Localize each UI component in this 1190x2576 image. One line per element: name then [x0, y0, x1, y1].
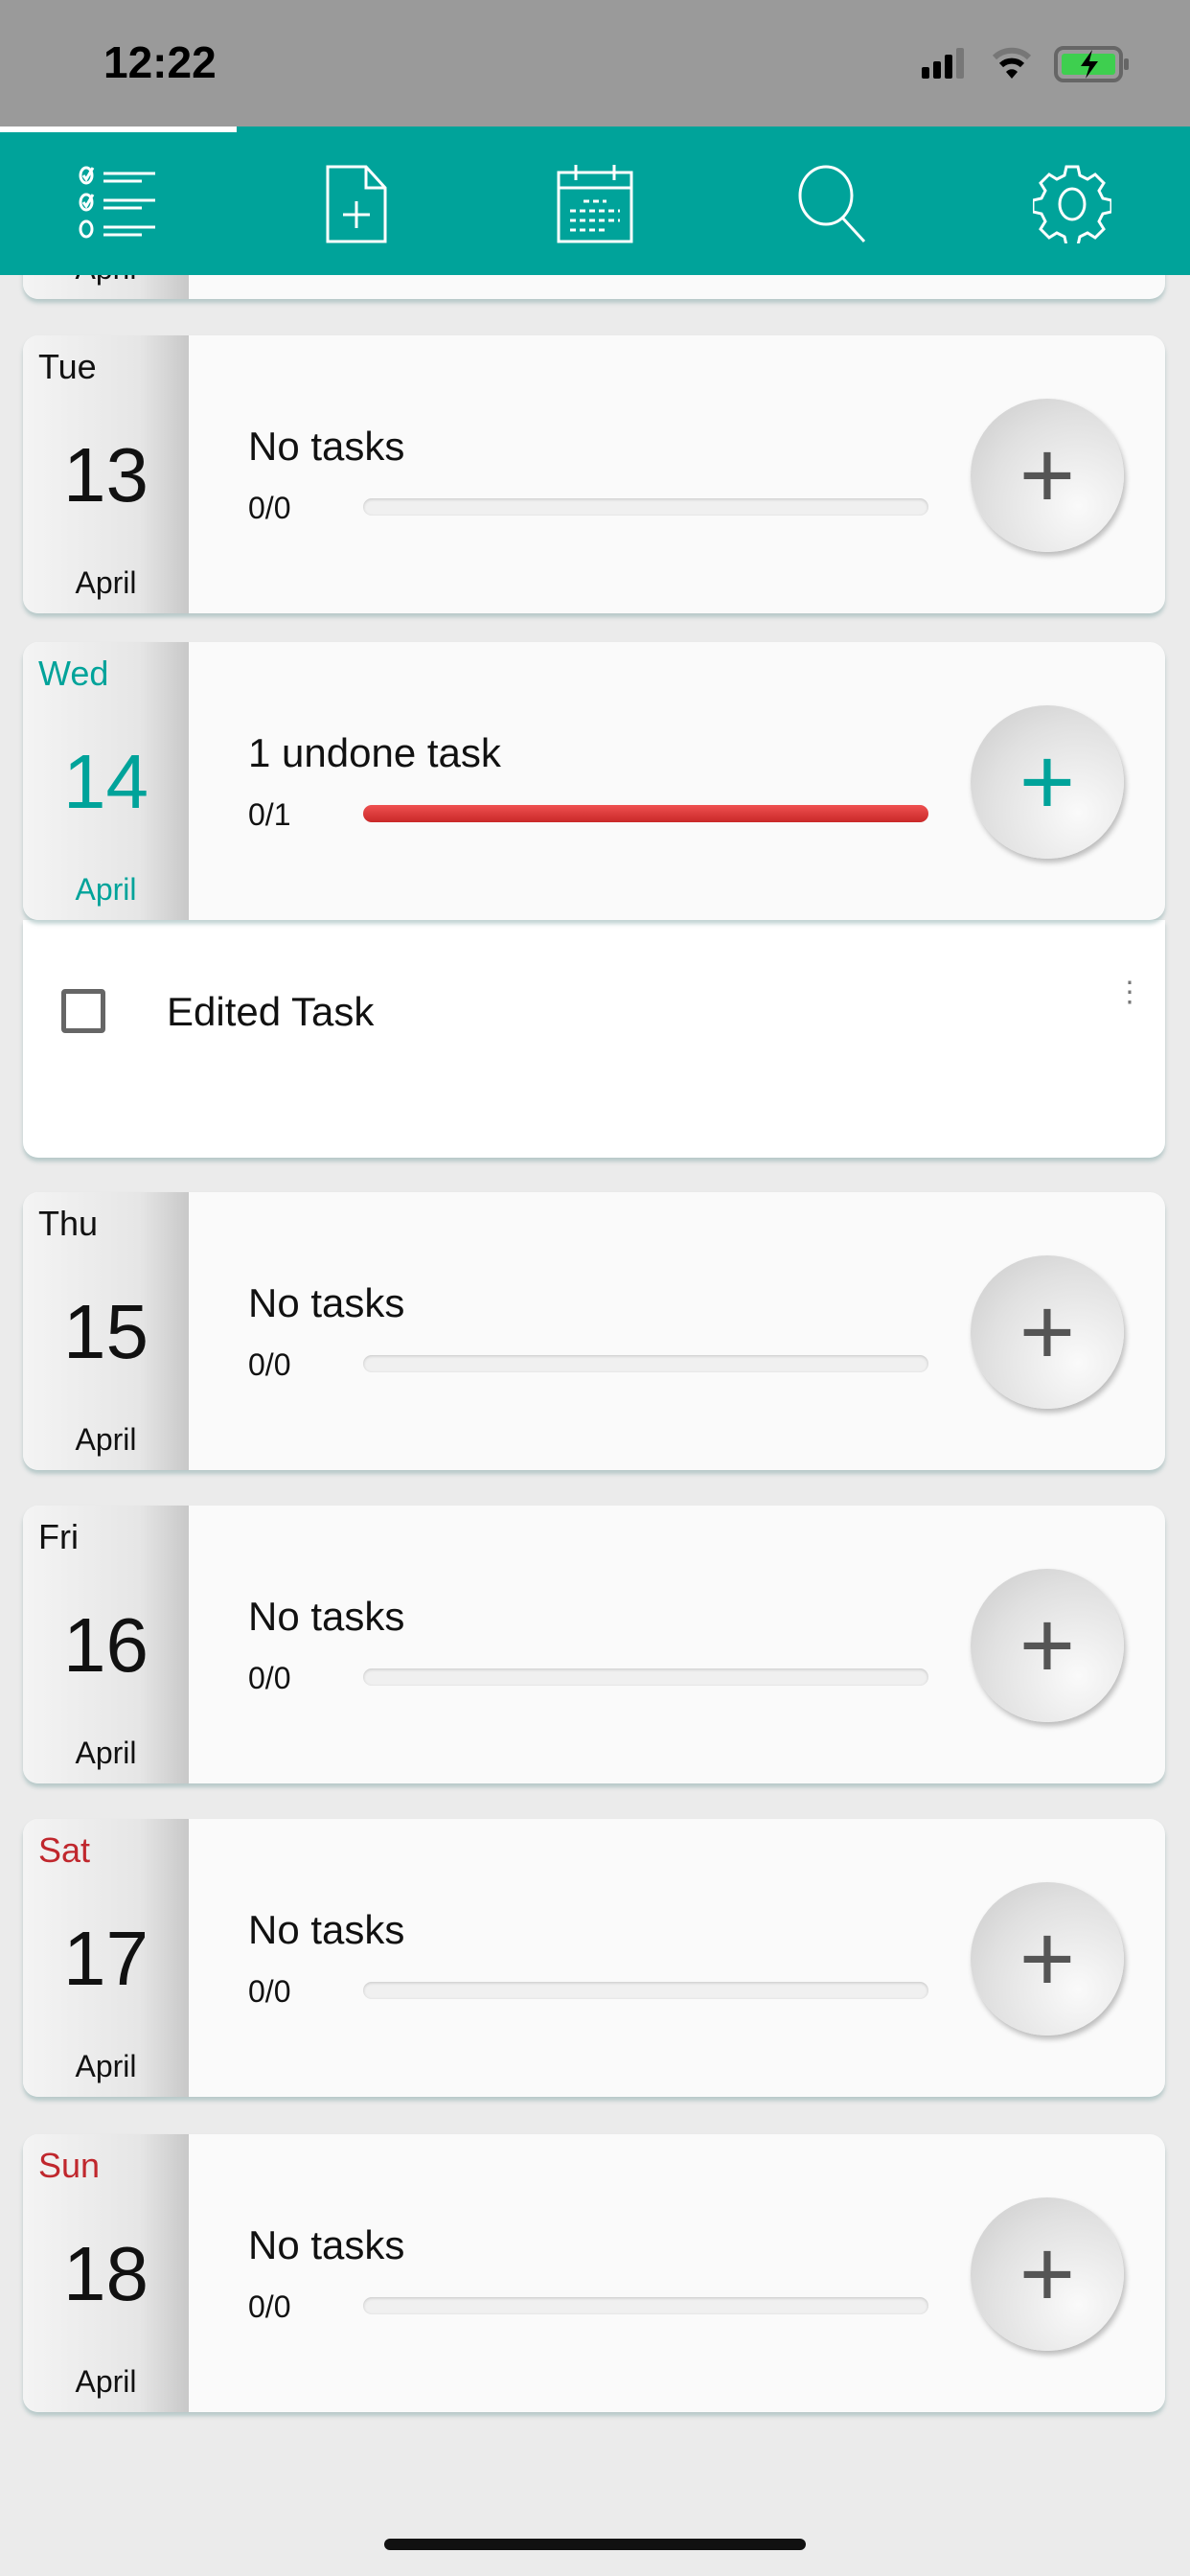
progress-fill: [363, 805, 928, 822]
plus-icon: +: [1018, 728, 1076, 836]
plus-icon: +: [1018, 2220, 1076, 2328]
signal-icon: [922, 48, 964, 79]
tab-calendar[interactable]: [552, 163, 638, 245]
new-document-icon: [326, 165, 387, 243]
task-list-panel: Edited Task ⋮: [23, 920, 1165, 1158]
tab-new-note[interactable]: [313, 163, 400, 245]
task-count: 0/0: [248, 1661, 291, 1695]
date-panel: Tue 13 April: [23, 335, 189, 613]
progress-bar: [363, 805, 928, 822]
active-tab-indicator: [0, 126, 237, 132]
status-bar: 12:22: [0, 0, 1190, 126]
add-task-button[interactable]: +: [971, 399, 1124, 552]
task-summary: No tasks: [248, 2222, 405, 2267]
date-panel: Wed 14 April: [23, 642, 189, 920]
weekday-label: Tue: [38, 347, 97, 386]
month-label: April: [75, 872, 137, 907]
day-number: 17: [63, 1916, 149, 2001]
task-label[interactable]: Edited Task: [167, 989, 374, 1035]
task-count: 0/0: [248, 491, 291, 525]
day-card-fri[interactable]: Fri 16 April No tasks 0/0 +: [23, 1506, 1165, 1783]
date-panel: Thu 15 April: [23, 1192, 189, 1470]
progress-bar: [363, 1982, 928, 1999]
home-indicator: [384, 2539, 806, 2550]
month-label: April: [75, 1422, 137, 1457]
clock: 12:22: [103, 37, 217, 87]
weekday-label: Thu: [38, 1204, 99, 1243]
plus-icon: +: [1018, 422, 1076, 529]
battery-charging-icon: [1054, 46, 1129, 82]
day-card-sun[interactable]: Sun 18 April No tasks 0/0 +: [23, 2134, 1165, 2412]
more-options-icon[interactable]: ⋮: [1115, 978, 1144, 1007]
date-panel: Fri 16 April: [23, 1506, 189, 1783]
search-icon: [798, 165, 866, 243]
weekday-label: Fri: [38, 1517, 79, 1556]
checklist-icon: [79, 166, 155, 239]
task-summary: No tasks: [248, 1280, 405, 1325]
day-number: 14: [63, 739, 149, 824]
tab-settings[interactable]: [1029, 163, 1115, 245]
tab-search[interactable]: [790, 163, 877, 245]
plus-icon: +: [1018, 1905, 1076, 2012]
top-tab-bar: [0, 126, 1190, 275]
gear-icon: [1033, 165, 1111, 243]
task-summary: No tasks: [248, 1594, 405, 1639]
progress-bar: [363, 1668, 928, 1686]
plus-icon: +: [1018, 1592, 1076, 1699]
weekday-label: Wed: [38, 654, 109, 693]
month-label: April: [75, 2049, 137, 2083]
weekday-label: Sun: [38, 2146, 101, 2185]
day-number: 16: [63, 1602, 149, 1688]
month-label: April: [75, 565, 137, 600]
day-card-tue[interactable]: Tue 13 April No tasks 0/0 +: [23, 335, 1165, 613]
task-count: 0/1: [248, 797, 291, 832]
task-summary: No tasks: [248, 424, 405, 469]
task-summary: No tasks: [248, 1907, 405, 1952]
tab-task-list[interactable]: [75, 163, 161, 245]
add-task-button[interactable]: +: [971, 2197, 1124, 2351]
day-card-wed[interactable]: Wed 14 April 1 undone task 0/1 +: [23, 642, 1165, 920]
date-panel: Sat 17 April: [23, 1819, 189, 2097]
wifi-icon: [993, 47, 1031, 79]
task-count: 0/0: [248, 2289, 291, 2324]
day-number: 13: [63, 432, 149, 518]
progress-bar: [363, 498, 928, 516]
add-task-button[interactable]: +: [971, 1882, 1124, 2036]
add-task-button[interactable]: +: [971, 1255, 1124, 1409]
plus-icon: +: [1018, 1278, 1076, 1386]
weekday-label: Sat: [38, 1830, 91, 1870]
day-number: 18: [63, 2231, 149, 2316]
task-summary: 1 undone task: [248, 730, 501, 775]
task-count: 0/0: [248, 1974, 291, 2009]
add-task-button[interactable]: +: [971, 1569, 1124, 1722]
day-number: 15: [63, 1289, 149, 1374]
month-label: April: [75, 2364, 137, 2399]
task-count: 0/0: [248, 1347, 291, 1382]
day-card-sat[interactable]: Sat 17 April No tasks 0/0 +: [23, 1819, 1165, 2097]
add-task-button[interactable]: +: [971, 705, 1124, 859]
day-card-thu[interactable]: Thu 15 April No tasks 0/0 +: [23, 1192, 1165, 1470]
date-panel: Sun 18 April: [23, 2134, 189, 2412]
progress-bar: [363, 2297, 928, 2314]
calendar-icon: [557, 165, 633, 243]
progress-bar: [363, 1355, 928, 1372]
task-checkbox[interactable]: [61, 989, 105, 1033]
month-label: April: [75, 1736, 137, 1770]
